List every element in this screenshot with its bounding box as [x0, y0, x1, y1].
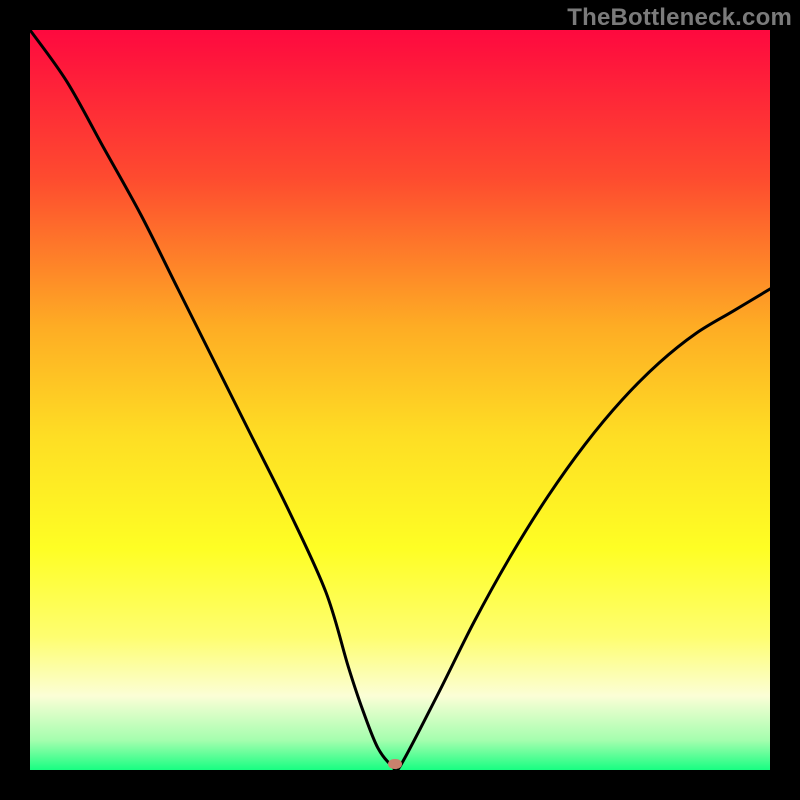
chart-stage: TheBottleneck.com: [0, 0, 800, 800]
background-gradient: [30, 30, 770, 770]
watermark-text: TheBottleneck.com: [567, 4, 792, 32]
plot-area: [30, 30, 770, 770]
